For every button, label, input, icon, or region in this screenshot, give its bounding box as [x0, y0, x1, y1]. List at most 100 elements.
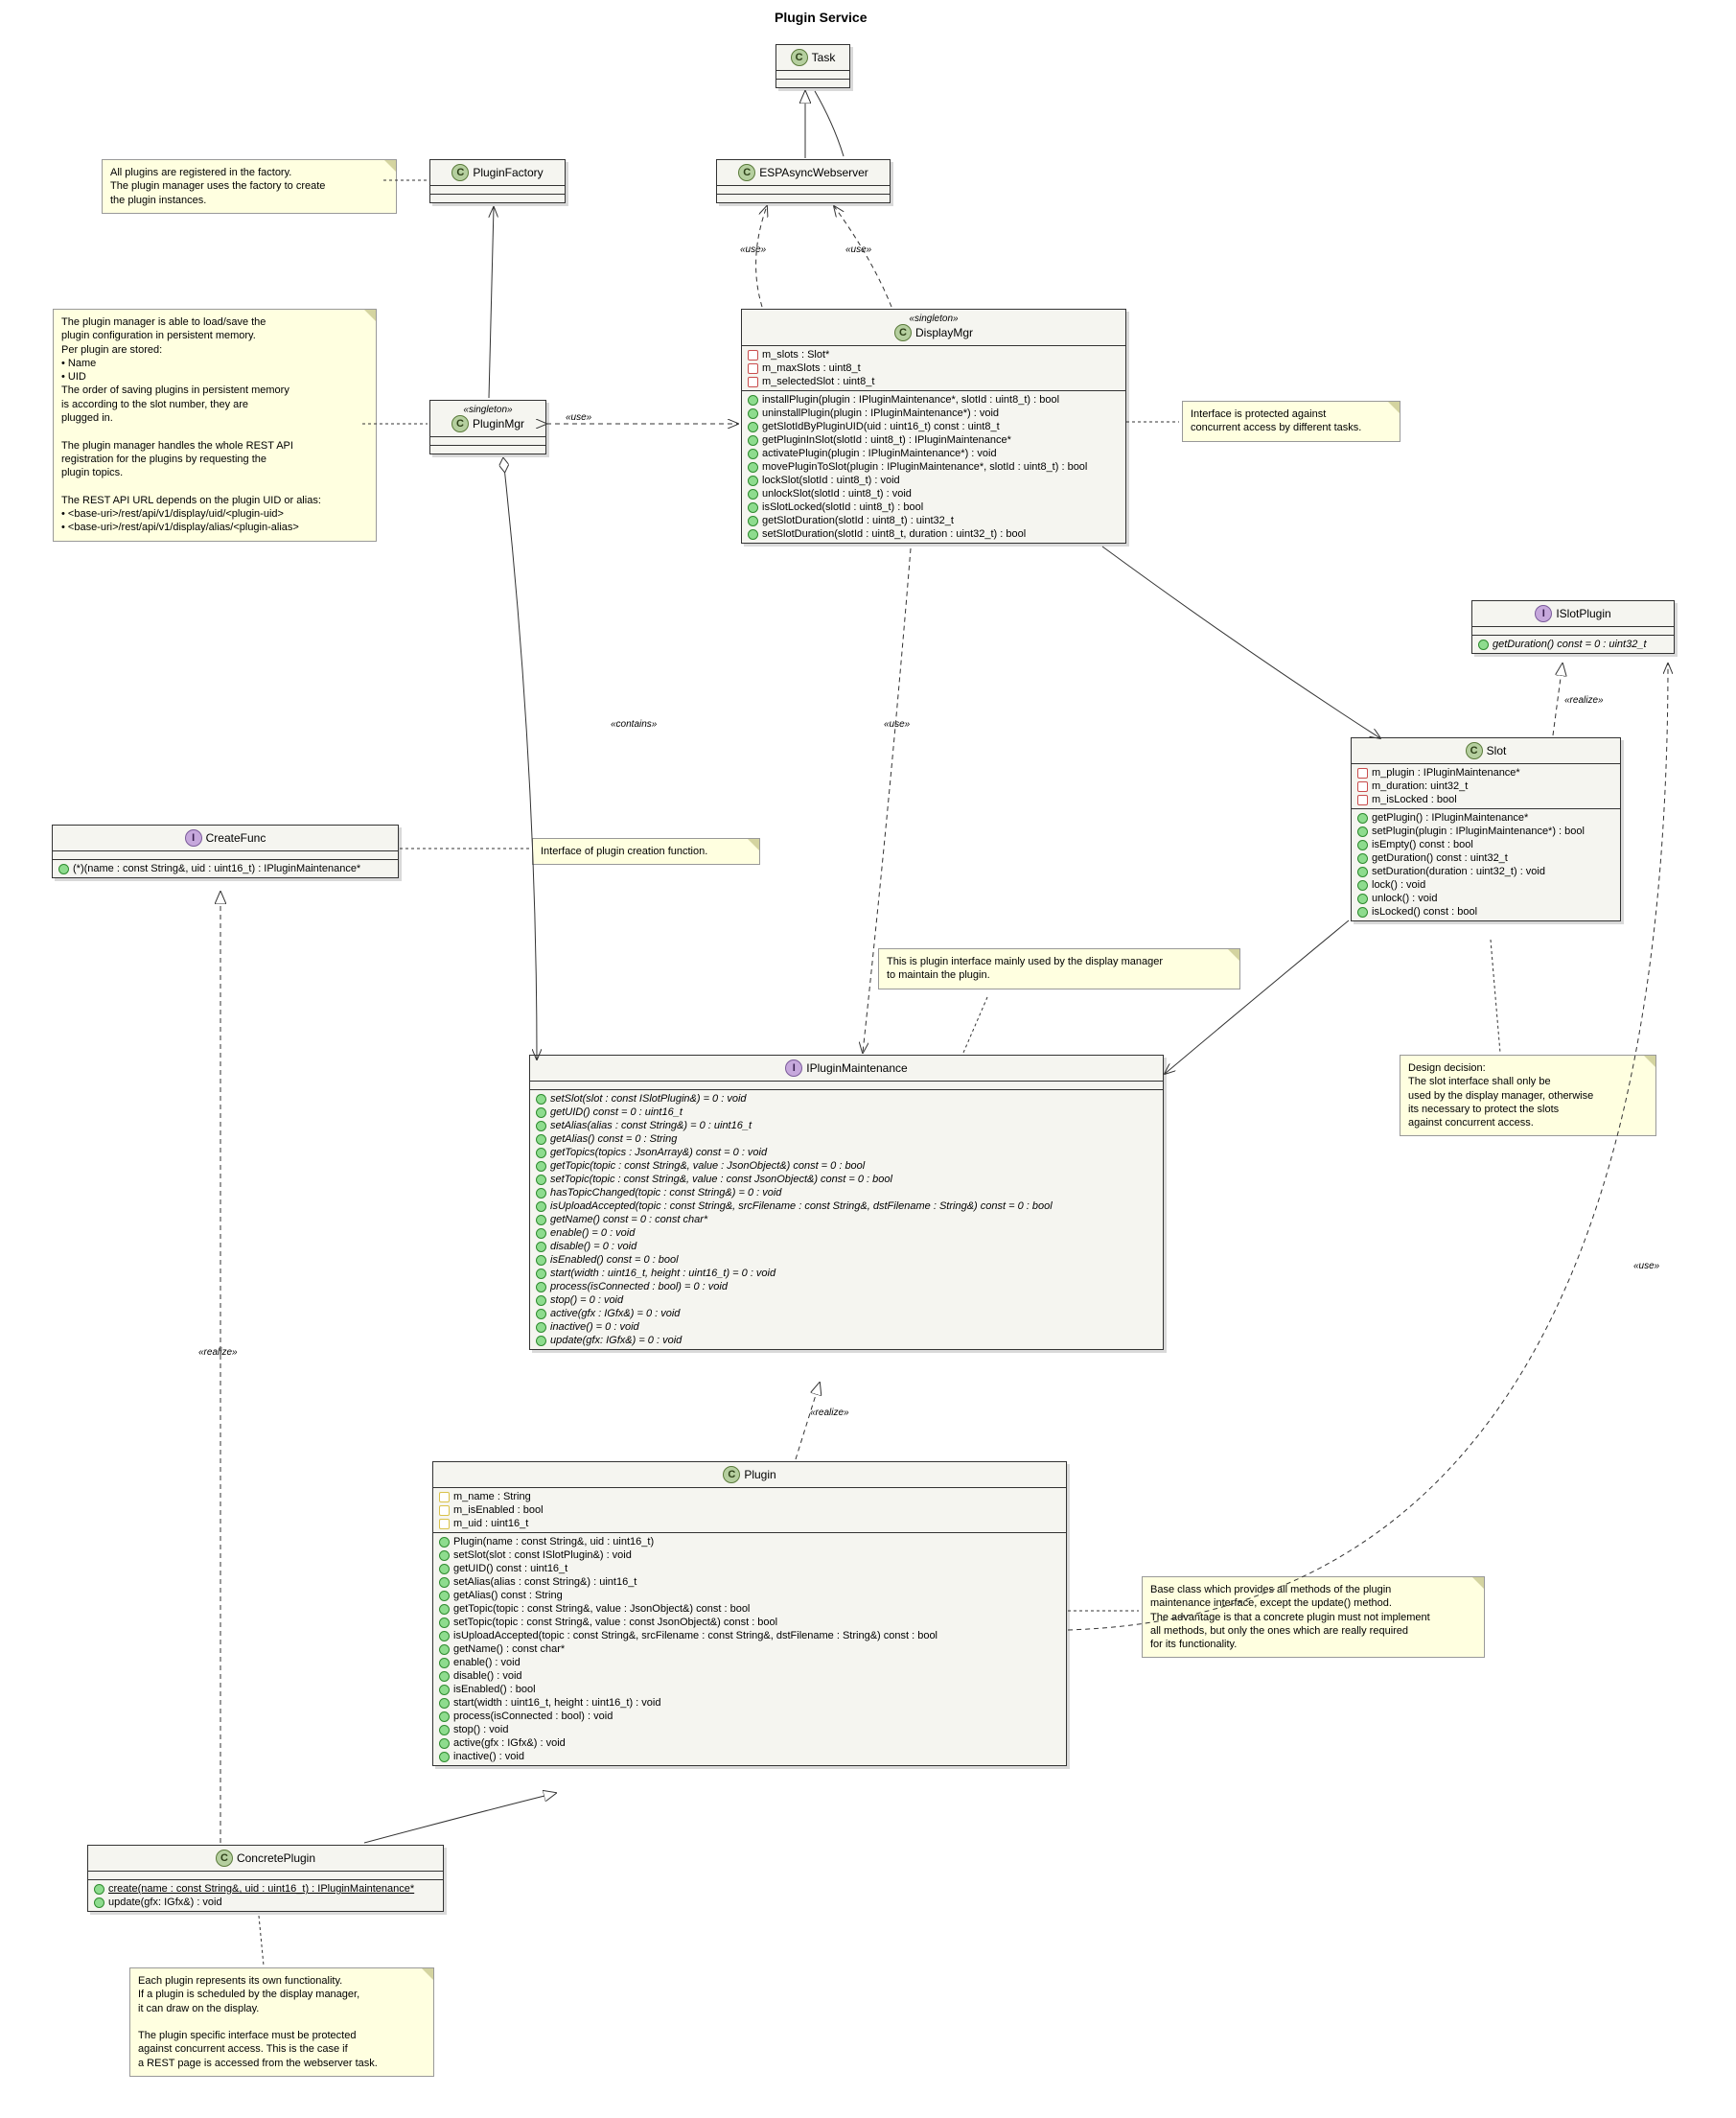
member: getTopic(topic : const String&, value : … — [534, 1159, 1159, 1173]
member: getDuration() const = 0 : uint32_t — [1476, 638, 1670, 651]
member: m_selectedSlot : uint8_t — [746, 375, 1122, 388]
class-icon: C — [451, 164, 469, 181]
member: unlock() : void — [1355, 892, 1616, 905]
class-islotplugin: IISlotPlugin getDuration() const = 0 : u… — [1471, 600, 1675, 654]
class-ipluginmaintenance: IIPluginMaintenance setSlot(slot : const… — [529, 1055, 1164, 1350]
interface-icon: I — [785, 1059, 802, 1077]
member: m_isLocked : bool — [1355, 793, 1616, 806]
note-displaymgr: Interface is protected against concurren… — [1182, 401, 1400, 442]
member: getUID() const : uint16_t — [437, 1562, 1062, 1575]
member: process(isConnected : bool) : void — [437, 1710, 1062, 1723]
member: lock() : void — [1355, 878, 1616, 892]
rel-use-slot: «use» — [1632, 1261, 1661, 1271]
member: setDuration(duration : uint32_t) : void — [1355, 865, 1616, 878]
member: m_maxSlots : uint8_t — [746, 361, 1122, 375]
member: setAlias(alias : const String&) : uint16… — [437, 1575, 1062, 1589]
class-pluginfactory: CPluginFactory — [429, 159, 566, 203]
class-task: CTask — [775, 44, 850, 88]
class-icon: C — [1466, 742, 1483, 759]
class-concreteplugin: CConcretePlugin create(name : const Stri… — [87, 1845, 444, 1912]
interface-icon: I — [185, 829, 202, 847]
class-icon: C — [451, 415, 469, 432]
note-createfunc: Interface of plugin creation function. — [532, 838, 760, 865]
member: installPlugin(plugin : IPluginMaintenanc… — [746, 393, 1122, 407]
member: uninstallPlugin(plugin : IPluginMaintena… — [746, 407, 1122, 420]
rel-contains: «contains» — [609, 719, 659, 730]
member: getAlias() const = 0 : String — [534, 1132, 1159, 1146]
member: m_isEnabled : bool — [437, 1503, 1062, 1517]
member: isUploadAccepted(topic : const String&, … — [534, 1199, 1159, 1213]
class-icon: C — [723, 1466, 740, 1483]
member: update(gfx: IGfx&) : void — [92, 1896, 439, 1909]
note-pluginmgr: The plugin manager is able to load/save … — [53, 309, 377, 542]
member: getDuration() const : uint32_t — [1355, 851, 1616, 865]
member: movePluginToSlot(plugin : IPluginMainten… — [746, 460, 1122, 474]
note-plugin: Base class which provides all methods of… — [1142, 1576, 1485, 1658]
member: stop() = 0 : void — [534, 1293, 1159, 1307]
class-displaymgr: «singleton»CDisplayMgr m_slots : Slot*m_… — [741, 309, 1126, 544]
note-concrete: Each plugin represents its own functiona… — [129, 1967, 434, 2077]
member: start(width : uint16_t, height : uint16_… — [437, 1696, 1062, 1710]
member: getPluginInSlot(slotId : uint8_t) : IPlu… — [746, 433, 1122, 447]
member: disable() : void — [437, 1669, 1062, 1683]
member: inactive() : void — [437, 1750, 1062, 1763]
class-slot: CSlot m_plugin : IPluginMaintenance*m_du… — [1351, 737, 1621, 921]
diagram-title: Plugin Service — [775, 10, 867, 25]
note-ipluginmaintenance: This is plugin interface mainly used by … — [878, 948, 1240, 989]
member: getName() const = 0 : const char* — [534, 1213, 1159, 1226]
rel-realize-3: «realize» — [808, 1408, 851, 1418]
class-pluginmgr: «singleton»CPluginMgr — [429, 400, 546, 454]
note-slot: Design decision: The slot interface shal… — [1400, 1055, 1656, 1136]
rel-use: «use» — [882, 719, 912, 730]
member: stop() : void — [437, 1723, 1062, 1736]
member: isUploadAccepted(topic : const String&, … — [437, 1629, 1062, 1642]
rel-realize-2: «realize» — [197, 1347, 240, 1358]
class-createfunc: ICreateFunc (*)(name : const String&, ui… — [52, 825, 399, 878]
member: enable() = 0 : void — [534, 1226, 1159, 1240]
member: setTopic(topic : const String&, value : … — [534, 1173, 1159, 1186]
member: getSlotDuration(slotId : uint8_t) : uint… — [746, 514, 1122, 527]
member: isEmpty() const : bool — [1355, 838, 1616, 851]
member: process(isConnected : bool) = 0 : void — [534, 1280, 1159, 1293]
member: getAlias() const : String — [437, 1589, 1062, 1602]
member: hasTopicChanged(topic : const String&) =… — [534, 1186, 1159, 1199]
interface-icon: I — [1535, 605, 1552, 622]
member: isEnabled() const = 0 : bool — [534, 1253, 1159, 1267]
rel-realize-1: «realize» — [1562, 695, 1606, 706]
member: m_plugin : IPluginMaintenance* — [1355, 766, 1616, 780]
member: isLocked() const : bool — [1355, 905, 1616, 919]
class-icon: C — [738, 164, 755, 181]
member: create(name : const String&, uid : uint1… — [92, 1882, 439, 1896]
member: update(gfx: IGfx&) = 0 : void — [534, 1334, 1159, 1347]
member: inactive() = 0 : void — [534, 1320, 1159, 1334]
member: m_name : String — [437, 1490, 1062, 1503]
member: setSlot(slot : const ISlotPlugin&) : voi… — [437, 1548, 1062, 1562]
member: getTopics(topics : JsonArray&) const = 0… — [534, 1146, 1159, 1159]
member: setSlotDuration(slotId : uint8_t, durati… — [746, 527, 1122, 541]
member: setTopic(topic : const String&, value : … — [437, 1616, 1062, 1629]
member: getUID() const = 0 : uint16_t — [534, 1106, 1159, 1119]
member: isSlotLocked(slotId : uint8_t) : bool — [746, 500, 1122, 514]
class-icon: C — [791, 49, 808, 66]
member: setPlugin(plugin : IPluginMaintenance*) … — [1355, 825, 1616, 838]
member: active(gfx : IGfx&) = 0 : void — [534, 1307, 1159, 1320]
class-plugin: CPlugin m_name : Stringm_isEnabled : boo… — [432, 1461, 1067, 1766]
rel-use-3: «use» — [564, 412, 593, 423]
member: setSlot(slot : const ISlotPlugin&) = 0 :… — [534, 1092, 1159, 1106]
member: lockSlot(slotId : uint8_t) : void — [746, 474, 1122, 487]
member: m_slots : Slot* — [746, 348, 1122, 361]
class-espasyncwebserver: CESPAsyncWebserver — [716, 159, 891, 203]
member: setAlias(alias : const String&) = 0 : ui… — [534, 1119, 1159, 1132]
member: m_duration: uint32_t — [1355, 780, 1616, 793]
member: getPlugin() : IPluginMaintenance* — [1355, 811, 1616, 825]
rel-use-1: «use» — [738, 244, 768, 255]
member: enable() : void — [437, 1656, 1062, 1669]
member: unlockSlot(slotId : uint8_t) : void — [746, 487, 1122, 500]
class-icon: C — [216, 1850, 233, 1867]
member: (*)(name : const String&, uid : uint16_t… — [57, 862, 394, 875]
class-icon: C — [894, 324, 912, 341]
member: activatePlugin(plugin : IPluginMaintenan… — [746, 447, 1122, 460]
member: start(width : uint16_t, height : uint16_… — [534, 1267, 1159, 1280]
note-factory: All plugins are registered in the factor… — [102, 159, 397, 214]
member: isEnabled() : bool — [437, 1683, 1062, 1696]
